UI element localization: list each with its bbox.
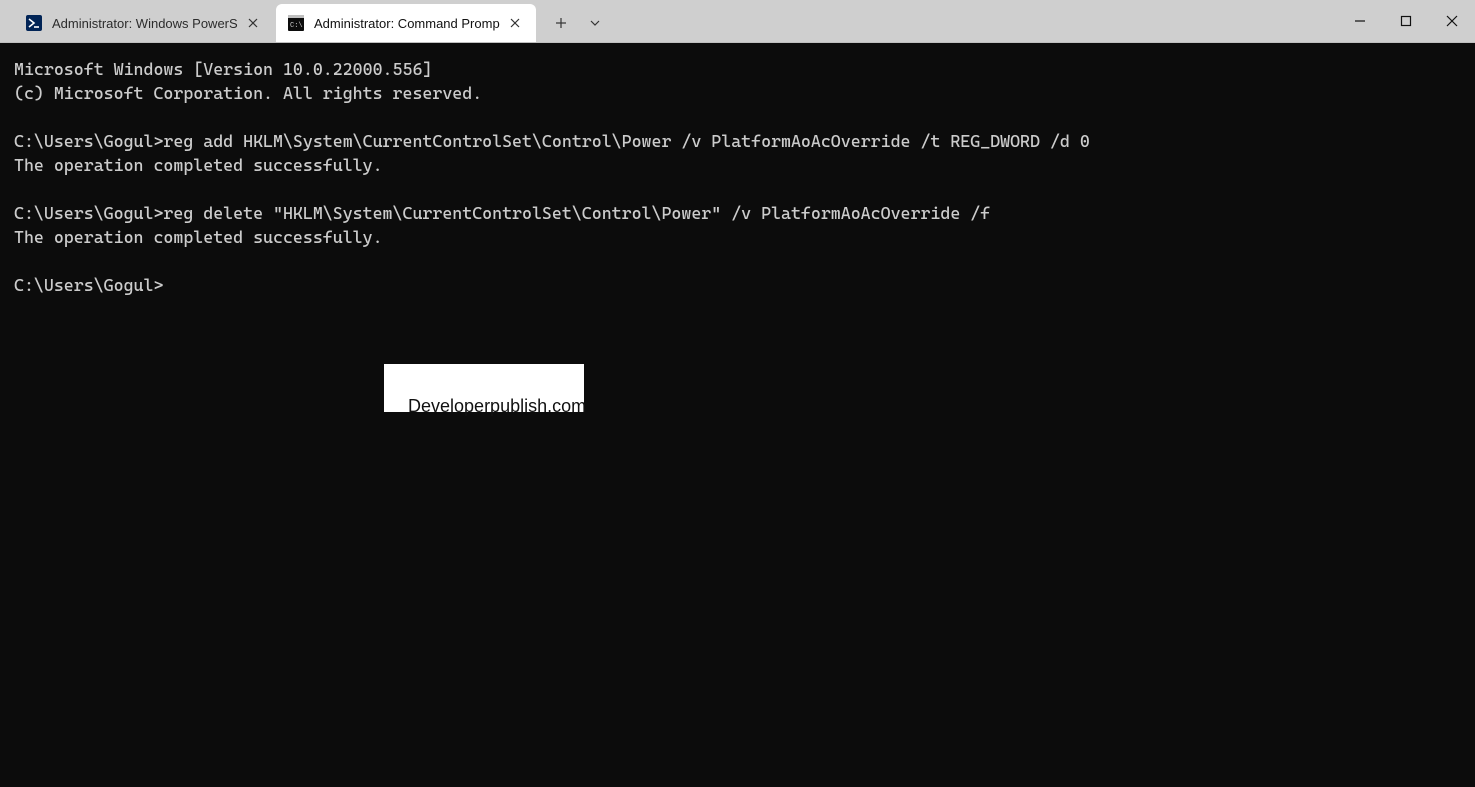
terminal-output[interactable]: Microsoft Windows [Version 10.0.22000.55… xyxy=(0,43,1475,787)
svg-text:C:\: C:\ xyxy=(290,22,303,30)
plus-icon xyxy=(555,17,567,29)
tab-controls xyxy=(538,0,612,42)
tab-close-button[interactable] xyxy=(242,12,264,34)
terminal-line: (c) Microsoft Corporation. All rights re… xyxy=(14,83,482,103)
maximize-icon xyxy=(1400,15,1412,27)
tab-title: Administrator: Command Promp xyxy=(314,16,504,31)
cmd-icon: C:\ xyxy=(288,15,304,31)
tab-dropdown-button[interactable] xyxy=(578,6,612,40)
tab-close-button[interactable] xyxy=(504,12,526,34)
minimize-button[interactable] xyxy=(1337,0,1383,42)
watermark-text: Developerpublish.com xyxy=(408,396,586,416)
powershell-icon xyxy=(26,15,42,31)
close-icon xyxy=(248,18,258,28)
minimize-icon xyxy=(1354,15,1366,27)
window-controls xyxy=(1337,0,1475,42)
tab-command-prompt[interactable]: C:\ Administrator: Command Promp xyxy=(276,4,536,42)
terminal-line: C:\Users\Gogul>reg add HKLM\System\Curre… xyxy=(14,131,1090,151)
maximize-button[interactable] xyxy=(1383,0,1429,42)
terminal-line: Microsoft Windows [Version 10.0.22000.55… xyxy=(14,59,432,79)
tab-title: Administrator: Windows PowerS xyxy=(52,16,242,31)
close-icon xyxy=(1446,15,1458,27)
terminal-line: The operation completed successfully. xyxy=(14,227,383,247)
terminal-line: The operation completed successfully. xyxy=(14,155,383,175)
new-tab-button[interactable] xyxy=(544,6,578,40)
window-close-button[interactable] xyxy=(1429,0,1475,42)
close-icon xyxy=(510,18,520,28)
tab-strip: Administrator: Windows PowerS C:\ Admini… xyxy=(0,0,538,42)
terminal-line: C:\Users\Gogul>reg delete "HKLM\System\C… xyxy=(14,203,990,223)
watermark-overlay: Developerpublish.com xyxy=(384,364,584,412)
terminal-line: C:\Users\Gogul> xyxy=(14,275,163,295)
tab-powershell[interactable]: Administrator: Windows PowerS xyxy=(14,4,274,42)
title-bar: Administrator: Windows PowerS C:\ Admini… xyxy=(0,0,1475,43)
chevron-down-icon xyxy=(589,17,601,29)
